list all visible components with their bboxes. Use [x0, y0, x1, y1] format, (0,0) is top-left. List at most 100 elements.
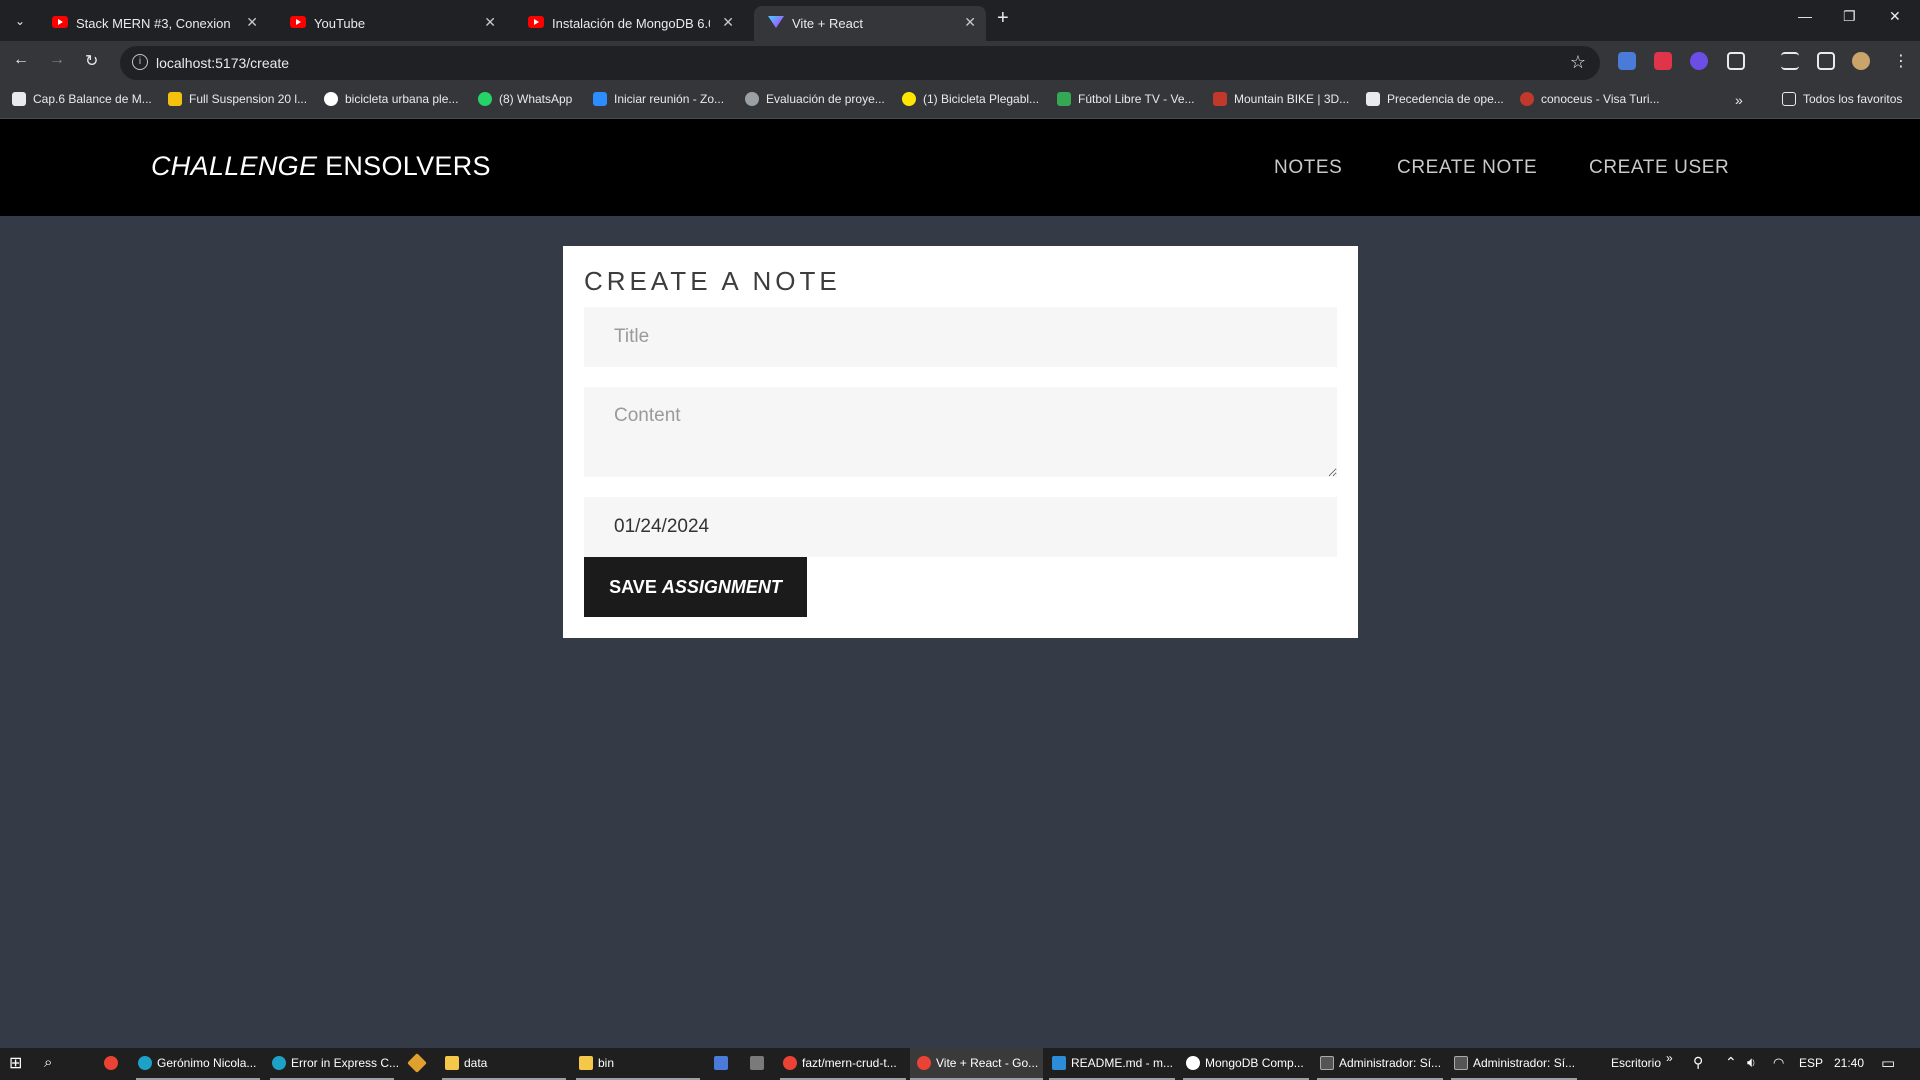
bookmark-item[interactable]: Precedencia de ope... [1366, 92, 1504, 106]
bookmark-item[interactable]: bicicleta urbana ple... [324, 92, 458, 106]
language-indicator[interactable]: ESP [1799, 1056, 1823, 1070]
bookmark-favicon-icon [1366, 92, 1380, 106]
chrome-icon [917, 1056, 931, 1070]
date-input[interactable] [584, 497, 1337, 557]
tab-title: Instalación de MongoDB 6.0 en [552, 16, 710, 31]
new-tab-plus-icon[interactable]: + [997, 7, 1009, 30]
edge-icon [272, 1056, 286, 1070]
bookmark-item[interactable]: Cap.6 Balance de M... [12, 92, 152, 106]
bookmark-item[interactable]: Full Suspension 20 l... [168, 92, 307, 106]
bookmark-item[interactable]: Mountain BIKE | 3D... [1213, 92, 1349, 106]
taskbar-item[interactable]: data [445, 1056, 487, 1070]
taskbar-item-label: Administrador: Sí... [1339, 1056, 1442, 1070]
side-panel-icon[interactable] [1817, 52, 1835, 70]
bookmark-item[interactable]: Evaluación de proye... [745, 92, 885, 106]
taskbar-item[interactable]: Administrador: Sí... [1454, 1056, 1575, 1070]
chrome-taskbar-icon[interactable] [104, 1056, 123, 1070]
url-text[interactable]: localhost:5173/create [156, 55, 289, 71]
taskbar-item[interactable]: bin [579, 1056, 614, 1070]
bookmark-label: bicicleta urbana ple... [345, 92, 459, 106]
bookmark-item[interactable]: conoceus - Visa Turi... [1520, 92, 1660, 106]
taskbar-item-label: fazt/mern-crud-t... [802, 1056, 897, 1070]
bookmark-item[interactable]: (8) WhatsApp [478, 92, 572, 106]
taskbar-item[interactable]: README.md - m... [1052, 1056, 1173, 1070]
content-textarea[interactable] [584, 387, 1337, 477]
assignment-label: ASSIGNMENT [661, 576, 782, 597]
profile-avatar-icon[interactable] [1852, 52, 1870, 70]
browser-tab-1[interactable]: Stack MERN #3, Conexion a la B ✕ [38, 6, 268, 41]
bookmark-item[interactable]: Fútbol Libre TV - Ve... [1057, 92, 1195, 106]
notifications-icon[interactable]: ▭ [1881, 1054, 1895, 1072]
taskbar-item[interactable]: fazt/mern-crud-t... [783, 1056, 897, 1070]
reading-list-icon[interactable] [1781, 52, 1799, 70]
site-info-icon[interactable]: i [132, 54, 148, 70]
taskbar-item-label: data [464, 1056, 488, 1070]
bookmark-star-icon[interactable]: ☆ [1570, 52, 1586, 73]
bookmark-label: Mountain BIKE | 3D... [1234, 92, 1350, 106]
bookmark-label: Cap.6 Balance de M... [33, 92, 152, 106]
youtube-icon [52, 16, 68, 28]
download-extension-icon[interactable] [1690, 52, 1708, 70]
more-bookmarks-chevron-icon[interactable]: » [1735, 92, 1743, 108]
address-bar[interactable]: i localhost:5173/create ☆ [120, 46, 1600, 80]
minimize-icon[interactable]: — [1798, 8, 1812, 24]
folder-icon [579, 1056, 593, 1070]
wifi-icon[interactable]: ◠ [1773, 1055, 1784, 1071]
taskbar-item[interactable]: MongoDB Comp... [1186, 1056, 1304, 1070]
extensions-puzzle-icon[interactable] [1727, 52, 1745, 70]
volume-icon[interactable]: 🔉︎ [1747, 1054, 1756, 1071]
reload-icon[interactable]: ↻ [85, 51, 98, 71]
terminal-icon [1454, 1056, 1468, 1070]
all-bookmarks-folder[interactable]: Todos los favoritos [1782, 92, 1902, 106]
clock[interactable]: 21:40 [1834, 1056, 1864, 1070]
people-icon[interactable]: ⚲ [1693, 1054, 1703, 1071]
git-icon [407, 1053, 427, 1073]
brand-logo[interactable]: CHALLENGE ENSOLVERS [151, 151, 491, 182]
title-input[interactable] [584, 307, 1337, 367]
menu-kebab-icon[interactable]: ⋮ [1893, 51, 1909, 71]
bookmarks-bar: Cap.6 Balance de M... Full Suspension 20… [0, 84, 1920, 119]
tab-title: YouTube [314, 16, 366, 31]
calculator-taskbar-icon[interactable] [750, 1056, 769, 1070]
bookmark-item[interactable]: Iniciar reunión - Zo... [593, 92, 724, 106]
close-tab-icon[interactable]: ✕ [484, 14, 496, 31]
remote-desktop-icon [714, 1056, 728, 1070]
tab-search-chevron-icon[interactable]: ⌄ [8, 9, 32, 33]
bookmark-item[interactable]: (1) Bicicleta Plegabl... [902, 92, 1039, 106]
form-title: CREATE A NOTE [584, 266, 841, 296]
taskbar-item[interactable]: Gerónimo Nicola... [138, 1056, 256, 1070]
close-tab-icon[interactable]: ✕ [722, 14, 734, 31]
close-tab-icon[interactable]: ✕ [246, 14, 258, 31]
restore-icon[interactable]: ❐ [1843, 8, 1856, 25]
bookmark-label: (8) WhatsApp [499, 92, 573, 106]
google-icon [324, 92, 338, 106]
search-icon[interactable]: ⌕ [44, 1054, 52, 1071]
browser-tab-4-active[interactable]: Vite + React ✕ [754, 6, 986, 41]
nav-create-user-link[interactable]: CREATE USER [1589, 157, 1729, 179]
forward-arrow-icon[interactable]: → [49, 51, 65, 69]
taskbar-item[interactable]: Administrador: Sí... [1320, 1056, 1441, 1070]
browser-tab-3[interactable]: Instalación de MongoDB 6.0 en ✕ [514, 6, 744, 41]
nav-notes-link[interactable]: NOTES [1274, 157, 1342, 179]
taskbar-item-label: MongoDB Comp... [1205, 1056, 1304, 1070]
taskbar-item-label: README.md - m... [1071, 1056, 1174, 1070]
close-tab-icon[interactable]: ✕ [964, 14, 976, 31]
extension-red-icon[interactable] [1654, 52, 1672, 70]
app-taskbar-icon[interactable] [714, 1056, 733, 1070]
bookmark-label: Evaluación de proye... [766, 92, 885, 106]
nav-create-note-link[interactable]: CREATE NOTE [1397, 157, 1537, 179]
git-taskbar-icon[interactable] [407, 1053, 429, 1073]
show-hidden-icons-chevron-icon[interactable]: ⌃ [1725, 1054, 1737, 1071]
toolbar-expand-chevron-icon[interactable]: » [1666, 1051, 1673, 1065]
chrome-icon [783, 1056, 797, 1070]
save-assignment-button[interactable]: SAVE ASSIGNMENT [584, 557, 807, 617]
window-close-icon[interactable]: ✕ [1889, 8, 1901, 25]
windows-start-icon[interactable]: ⊞ [9, 1053, 22, 1073]
browser-tab-2[interactable]: YouTube ✕ [276, 6, 506, 41]
taskbar-item[interactable]: Error in Express C... [272, 1056, 399, 1070]
vite-icon [768, 16, 784, 28]
back-arrow-icon[interactable]: ← [13, 51, 29, 69]
translate-extension-icon[interactable] [1618, 52, 1636, 70]
desktop-toolbar-label[interactable]: Escritorio [1611, 1056, 1661, 1070]
taskbar-item-active[interactable]: Vite + React - Go... [917, 1056, 1038, 1070]
